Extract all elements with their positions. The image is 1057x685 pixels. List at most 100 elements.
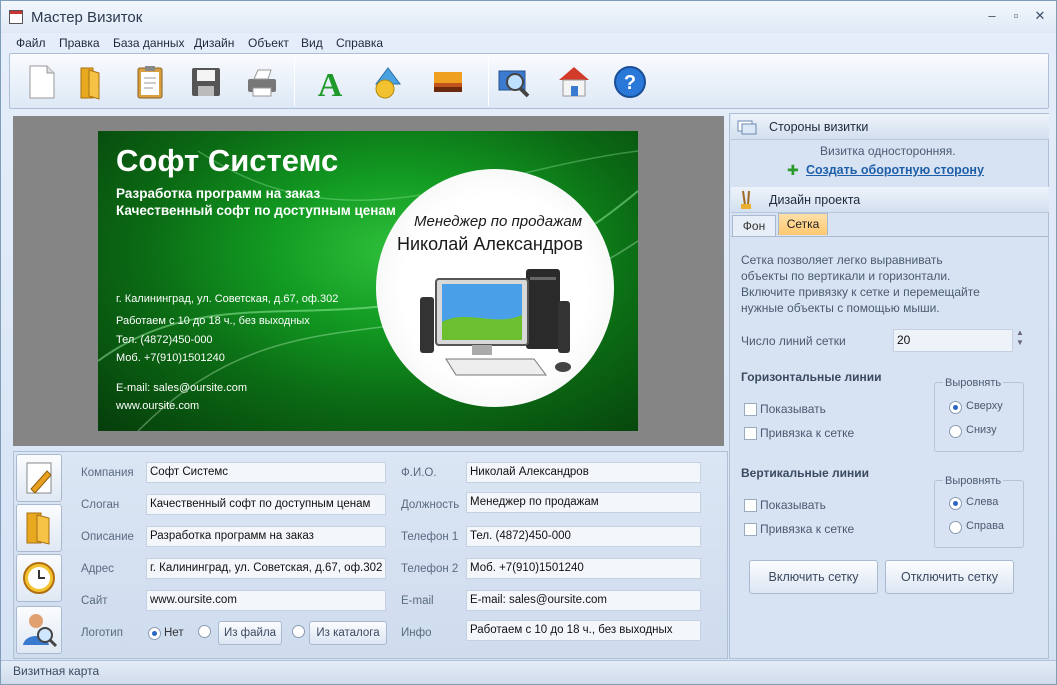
email-field[interactable]: E-mail: sales@oursite.com bbox=[466, 590, 701, 611]
card-hours: Работаем с 10 до 18 ч., без выходных bbox=[116, 315, 310, 327]
address-field[interactable]: г. Калининград, ул. Советская, д.67, оф.… bbox=[146, 558, 386, 579]
grid-desc-line2: объекты по вертикали и горизонтали. bbox=[741, 269, 951, 283]
enable-grid-button[interactable]: Включить сетку bbox=[749, 560, 878, 594]
card-description: Разработка программ на заказ bbox=[116, 186, 321, 201]
home-icon[interactable] bbox=[554, 62, 594, 102]
label-description: Описание bbox=[81, 531, 134, 543]
save-icon[interactable] bbox=[186, 62, 226, 102]
logo-none-radio[interactable] bbox=[148, 627, 161, 640]
horizontal-snap-checkbox[interactable] bbox=[744, 427, 757, 440]
side-search-button[interactable] bbox=[16, 606, 62, 654]
label-phone1: Телефон 1 bbox=[401, 531, 459, 543]
minimize-button[interactable]: – bbox=[979, 7, 1005, 25]
clock-icon bbox=[23, 562, 55, 594]
side-clock-button[interactable] bbox=[16, 554, 62, 602]
design-section-header[interactable]: Дизайн проекта bbox=[731, 187, 1049, 213]
align-right-label: Справа bbox=[966, 520, 1004, 532]
align-left-radio[interactable] bbox=[949, 497, 962, 510]
vertical-snap-checkbox[interactable] bbox=[744, 523, 757, 536]
logo-from-file-button[interactable]: Из файла bbox=[218, 621, 282, 645]
title-bar[interactable]: Мастер Визиток – ▫ ✕ bbox=[1, 1, 1056, 33]
menu-edit[interactable]: Правка bbox=[59, 36, 100, 50]
slogan-field[interactable]: Качественный софт по доступным ценам bbox=[146, 494, 386, 515]
sides-section-header[interactable]: Стороны визитки bbox=[731, 114, 1049, 140]
card-phone2: Моб. +7(910)1501240 bbox=[116, 352, 225, 364]
logo-from-catalog-button[interactable]: Из каталога bbox=[309, 621, 387, 645]
card-site: www.oursite.com bbox=[116, 400, 200, 412]
align-bottom-radio[interactable] bbox=[949, 425, 962, 438]
menu-bar: Файл Правка База данных Дизайн Объект Ви… bbox=[1, 33, 1056, 53]
card-slogan: Качественный софт по доступным ценам bbox=[116, 203, 396, 218]
horizontal-show-checkbox[interactable] bbox=[744, 403, 757, 416]
fio-field[interactable]: Николай Александров bbox=[466, 462, 701, 483]
side-templates-button[interactable] bbox=[16, 504, 62, 552]
label-slogan: Слоган bbox=[81, 499, 120, 511]
site-field[interactable]: www.oursite.com bbox=[146, 590, 386, 611]
app-icon bbox=[9, 10, 23, 24]
label-address: Адрес bbox=[81, 563, 114, 575]
sides-info: Визитка односторонняя. bbox=[820, 144, 956, 158]
align-top-radio[interactable] bbox=[949, 401, 962, 414]
tab-divider bbox=[731, 236, 1049, 237]
new-file-icon[interactable] bbox=[22, 62, 62, 102]
add-text-icon[interactable]: A bbox=[310, 62, 350, 102]
menu-database[interactable]: База данных bbox=[113, 36, 184, 50]
card-company: Софт Системс bbox=[116, 143, 339, 178]
menu-object[interactable]: Объект bbox=[248, 36, 289, 50]
menu-view[interactable]: Вид bbox=[301, 36, 323, 50]
align-top-label: Сверху bbox=[966, 400, 1003, 412]
clipboard-icon[interactable] bbox=[130, 62, 170, 102]
label-position: Должность bbox=[401, 499, 460, 511]
tab-grid[interactable]: Сетка bbox=[778, 213, 828, 235]
grid-lines-spinner[interactable]: 20 bbox=[893, 329, 1013, 352]
horizontal-snap-label: Привязка к сетке bbox=[760, 426, 855, 440]
window-title: Мастер Визиток bbox=[31, 9, 143, 26]
phone2-field[interactable]: Моб. +7(910)1501240 bbox=[466, 558, 701, 579]
align-right-radio[interactable] bbox=[949, 521, 962, 534]
create-back-side-link[interactable]: Создать оборотную сторону bbox=[806, 163, 984, 177]
menu-help[interactable]: Справка bbox=[336, 36, 383, 50]
vertical-snap-label: Привязка к сетке bbox=[760, 522, 855, 536]
logo-none-label: Нет bbox=[164, 627, 184, 639]
horizontal-align-group: Выровнять Сверху Снизу bbox=[934, 377, 1024, 452]
sides-section-title: Стороны визитки bbox=[769, 120, 869, 134]
fields-panel: Компания Софт Системс Слоган Качественны… bbox=[13, 451, 728, 659]
svg-text:?: ? bbox=[624, 72, 636, 94]
restore-button[interactable]: ▫ bbox=[1003, 7, 1029, 25]
vertical-show-checkbox[interactable] bbox=[744, 499, 757, 512]
edit-icon bbox=[26, 462, 52, 494]
phone1-field[interactable]: Тел. (4872)450-000 bbox=[466, 526, 701, 547]
menu-design[interactable]: Дизайн bbox=[194, 36, 234, 50]
company-field[interactable]: Софт Системс bbox=[146, 462, 386, 483]
label-phone2: Телефон 2 bbox=[401, 563, 459, 575]
tab-background[interactable]: Фон bbox=[732, 215, 776, 237]
grid-desc-line3: Включите привязку к сетке и перемещайте bbox=[741, 285, 980, 299]
align-left-label: Слева bbox=[966, 496, 999, 508]
horizontal-show-label: Показывать bbox=[760, 402, 826, 416]
card-person-name: Николай Александров bbox=[397, 234, 583, 254]
business-card-preview[interactable]: Софт Системс Разработка программ на зака… bbox=[98, 131, 638, 431]
info-field[interactable]: Работаем с 10 до 18 ч., без выходных bbox=[466, 620, 701, 641]
label-company: Компания bbox=[81, 467, 134, 479]
label-site: Сайт bbox=[81, 595, 108, 607]
position-field[interactable]: Менеджер по продажам bbox=[466, 492, 701, 513]
spinner-arrows-icon[interactable]: ▲ ▼ bbox=[1016, 328, 1024, 348]
open-folder-icon[interactable] bbox=[72, 62, 112, 102]
label-logo: Логотип bbox=[81, 627, 123, 639]
add-image-icon[interactable] bbox=[428, 62, 468, 102]
side-edit-button[interactable] bbox=[16, 454, 62, 502]
description-field[interactable]: Разработка программ на заказ bbox=[146, 526, 386, 547]
toolbar: A ? bbox=[9, 53, 1049, 109]
zoom-icon[interactable] bbox=[494, 62, 534, 102]
computer-icon bbox=[420, 269, 571, 376]
close-button[interactable]: ✕ bbox=[1027, 7, 1053, 25]
printer-icon[interactable] bbox=[242, 62, 282, 102]
logo-file-radio[interactable] bbox=[198, 625, 211, 638]
vertical-align-group: Выровнять Слева Справа bbox=[934, 475, 1024, 548]
menu-file[interactable]: Файл bbox=[16, 36, 46, 50]
card-position: Менеджер по продажам bbox=[414, 213, 583, 230]
help-icon[interactable]: ? bbox=[610, 62, 650, 102]
add-shape-icon[interactable] bbox=[368, 62, 408, 102]
disable-grid-button[interactable]: Отключить сетку bbox=[885, 560, 1014, 594]
logo-catalog-radio[interactable] bbox=[292, 625, 305, 638]
